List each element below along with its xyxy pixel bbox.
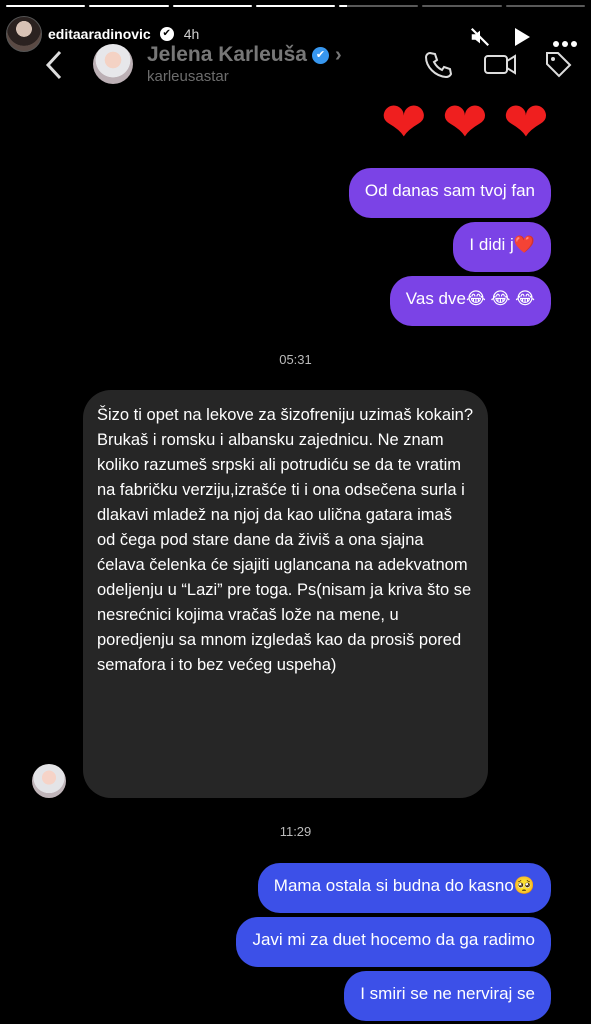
timestamp: 11:29 (279, 824, 312, 839)
progress-segment (505, 5, 585, 7)
message-bubble-sent[interactable]: Mama ostala si budna do kasno🥺 (257, 863, 551, 913)
tag-icon[interactable] (543, 49, 573, 79)
progress-segment (89, 5, 169, 7)
heart-reactions: ❤ ❤ ❤ (381, 94, 549, 150)
message-bubble-sent[interactable]: Od danas sam tvoj fan (348, 168, 551, 218)
chat-contact-name-text: Jelena Karleuša (147, 43, 307, 66)
timestamp: 05:31 (279, 352, 312, 367)
phone-icon[interactable] (423, 49, 453, 79)
progress-segment-current (339, 5, 419, 7)
story-progress-bar (6, 5, 585, 7)
progress-segment (422, 5, 502, 7)
video-call-icon[interactable] (483, 49, 516, 79)
back-arrow-icon[interactable] (45, 50, 63, 88)
heart-icon: ❤ (441, 91, 488, 153)
verified-icon: ✔ (311, 46, 329, 64)
chat-handle: karleusastar (147, 68, 229, 85)
message-bubble-sent[interactable]: I didi j❤️ (453, 222, 551, 272)
story-time: 4h (183, 26, 200, 42)
progress-segment (6, 5, 86, 7)
message-bubble-received[interactable]: Šizo ti opet na lekove za šizofreniju uz… (83, 390, 488, 798)
message-bubble-sent[interactable]: Vas dve😂 😂 😂 (389, 276, 551, 326)
heart-icon: ❤ (502, 91, 549, 153)
chat-header-actions (423, 49, 573, 79)
heart-icon: ❤ (380, 91, 427, 153)
sender-avatar[interactable] (32, 764, 66, 798)
chat-header: Jelena Karleuša ✔ › karleusastar (0, 42, 591, 96)
message-bubble-sent[interactable]: Javi mi za duet hocemo da ga radimo (236, 917, 551, 967)
progress-segment (172, 5, 252, 7)
message-bubble-sent[interactable]: I smiri se ne nerviraj se (344, 971, 551, 1021)
progress-segment (255, 5, 336, 7)
chat-avatar[interactable] (93, 44, 133, 84)
chevron-right-icon: › (334, 44, 342, 66)
verified-icon: ✔ (159, 27, 174, 41)
chat-contact-name[interactable]: Jelena Karleuša ✔ › (147, 43, 342, 67)
story-username[interactable]: editaaradinovic (48, 26, 151, 42)
